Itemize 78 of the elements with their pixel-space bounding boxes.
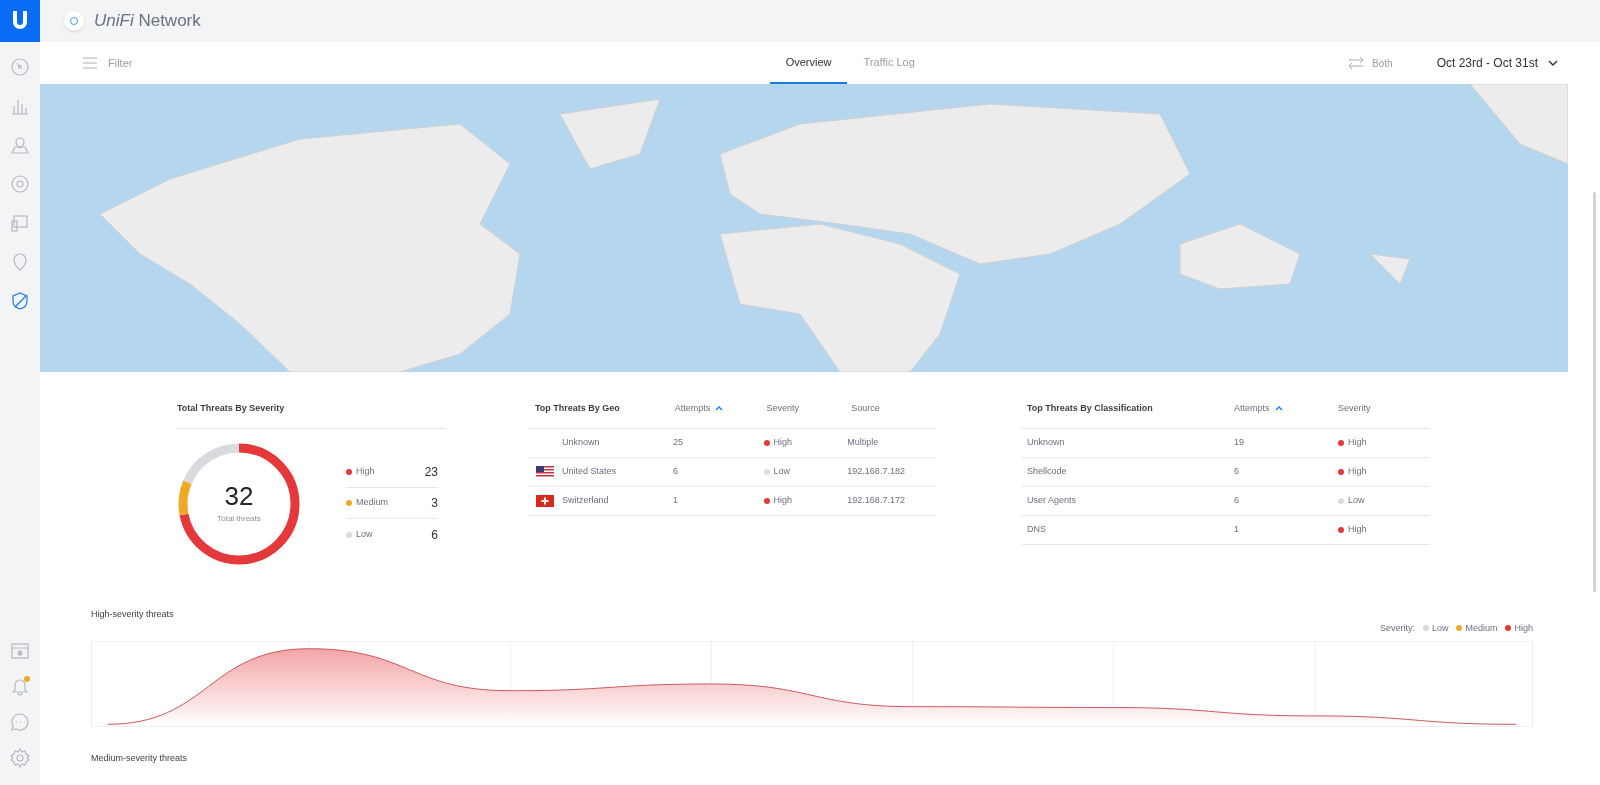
table-cell-text: United States <box>562 464 617 478</box>
swap-arrows-icon <box>1348 57 1365 69</box>
chevron-down-icon <box>1548 60 1558 66</box>
table-cell-text: 25 <box>672 435 684 449</box>
column-header[interactable]: Severity <box>1338 402 1371 416</box>
table-cell-text: Unknown <box>562 435 600 449</box>
sidebar-item[interactable] <box>9 134 31 156</box>
table-cell-text: DNS <box>1027 522 1047 536</box>
table-cell-text: High <box>1348 435 1367 449</box>
filter-icon <box>82 56 98 70</box>
sidebar-item[interactable] <box>9 173 31 195</box>
table-cell-text: 192.168.7.172 <box>847 493 906 507</box>
table-cell-text: Multiple <box>847 435 880 449</box>
tab[interactable]: Traffic Log <box>847 42 931 84</box>
table-cell-text: Low <box>773 464 791 478</box>
legend-count: 3 <box>431 495 438 512</box>
section-title: Medium-severity threats <box>91 752 189 765</box>
legend-label: High <box>356 465 375 479</box>
direction-button[interactable]: Both <box>1348 42 1393 84</box>
location-pin-icon <box>10 252 30 272</box>
map-icon <box>10 135 30 155</box>
section-title: High-severity threats <box>91 607 174 621</box>
shield-icon <box>10 291 30 311</box>
table-cell-text: User Agents <box>1027 493 1078 507</box>
legend-label: Low <box>1431 621 1449 635</box>
table-cell-text: High <box>1348 522 1367 536</box>
sidebar-item[interactable] <box>9 747 31 769</box>
table-cell-text: Shellcode <box>1027 464 1068 478</box>
sidebar-item[interactable] <box>9 56 31 78</box>
legend-label: Medium <box>1465 621 1498 635</box>
column-header[interactable]: Attempts <box>674 402 711 416</box>
legend-count: 6 <box>431 526 438 544</box>
us-flag-icon <box>536 465 554 478</box>
circle-icon <box>10 174 30 194</box>
table-cell-text: 6 <box>1234 464 1240 478</box>
sidebar-item[interactable] <box>9 290 31 312</box>
table-cell-text: High <box>773 435 793 449</box>
table-cell-text: Switzerland <box>562 493 609 507</box>
scrollbar[interactable] <box>1593 192 1596 592</box>
table-cell-text: Unknown <box>1027 435 1066 449</box>
chat-icon <box>10 712 30 732</box>
status-indicator-icon <box>64 11 84 31</box>
table-cell-text: 6 <box>1234 493 1240 507</box>
calendar-icon <box>10 640 30 660</box>
total-label: Total threats <box>217 512 261 525</box>
bell-icon <box>10 676 30 696</box>
app-logo[interactable] <box>0 0 40 42</box>
legend-count: 23 <box>424 464 438 481</box>
legend-label: Low <box>356 527 373 541</box>
legend-label: Medium <box>356 496 388 510</box>
column-header[interactable]: Severity <box>766 402 799 416</box>
sidebar-item[interactable] <box>9 212 31 234</box>
legend-label: Severity: <box>1379 621 1415 635</box>
card-title: Total Threats By Severity <box>177 402 445 429</box>
column-header[interactable]: Attempts <box>1234 402 1270 416</box>
table-cell-text: 1 <box>1234 522 1240 536</box>
gauge-icon <box>10 57 30 77</box>
settings-icon <box>10 748 30 768</box>
swiss-flag-icon <box>536 494 554 507</box>
table-cell-text: High <box>1348 464 1367 478</box>
devices-icon <box>10 213 30 233</box>
table-cell-text: High <box>773 493 793 507</box>
sidebar-item[interactable] <box>9 711 31 733</box>
sort-ascending-icon[interactable] <box>715 406 724 412</box>
sidebar-item[interactable] <box>9 675 31 697</box>
column-header: Top Threats By Classification <box>1027 402 1153 415</box>
app-title: UniFi Network <box>94 10 201 33</box>
table-cell-text: 192.168.7.182 <box>847 464 906 478</box>
table-cell-text: 6 <box>672 464 679 478</box>
table-cell-text: 1 <box>672 493 679 507</box>
column-header[interactable]: Source <box>851 402 880 416</box>
sort-ascending-icon[interactable] <box>1274 406 1283 412</box>
legend-label: High <box>1514 621 1533 635</box>
table-cell-text: 19 <box>1234 435 1245 449</box>
table-cell-text: Low <box>1348 493 1365 507</box>
total-count: 32 <box>224 482 254 509</box>
date-range-dropdown[interactable]: Oct 23rd - Oct 31st <box>1436 42 1558 84</box>
column-header: Top Threats By Geo <box>535 402 620 415</box>
